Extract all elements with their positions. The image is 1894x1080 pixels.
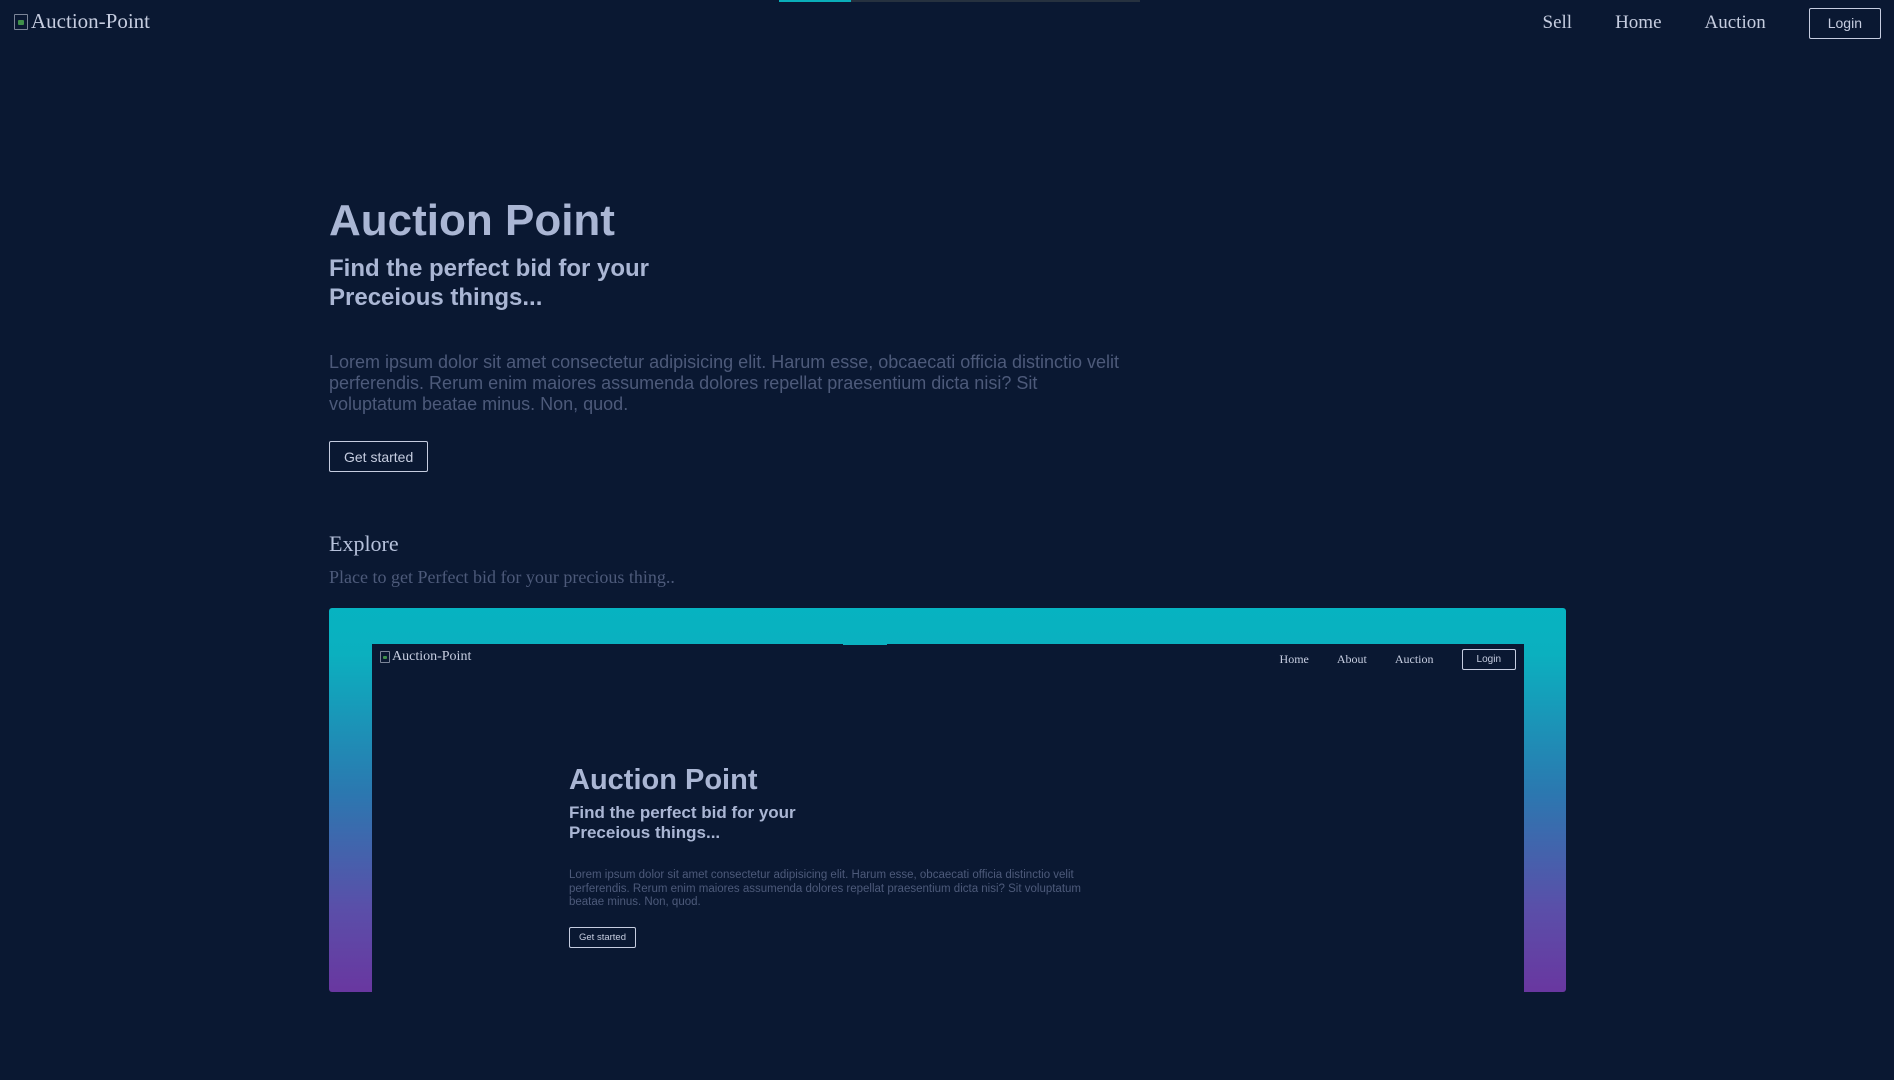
explore-preview-frame: Auction-Point Home About Auction Login A… <box>329 608 1566 992</box>
broken-image-icon <box>14 13 28 30</box>
preview-load-progress <box>843 644 887 645</box>
page-load-progress-fill <box>779 0 852 2</box>
explore-section: Explore Place to get Perfect bid for you… <box>329 531 675 588</box>
preview-hero-subtitle: Find the perfect bid for your Preceious … <box>569 803 796 842</box>
nav-link-auction[interactable]: Auction <box>1705 12 1766 34</box>
hero-description: Lorem ipsum dolor sit amet consectetur a… <box>329 352 1120 414</box>
preview-get-started-button: Get started <box>569 926 636 948</box>
preview-hero-description: Lorem ipsum dolor sit amet consectetur a… <box>569 869 1081 908</box>
preview-nav-link-about: About <box>1336 651 1367 666</box>
explore-title: Explore <box>329 531 399 556</box>
site-logo[interactable]: Auction-Point <box>14 9 150 34</box>
preview-screen: Auction-Point Home About Auction Login A… <box>372 644 1524 992</box>
main-nav: Sell Home Auction Login <box>1500 7 1894 39</box>
hero-subtitle: Find the perfect bid for your Preceious … <box>329 255 650 311</box>
preview-login-button: Login <box>1461 648 1516 670</box>
preview-hero: Auction Point Find the perfect bid for y… <box>569 763 1109 948</box>
nav-link-sell[interactable]: Sell <box>1543 12 1573 34</box>
explore-subtitle: Place to get Perfect bid for your precio… <box>329 567 675 587</box>
preview-logo: Auction-Point <box>380 649 471 665</box>
login-button[interactable]: Login <box>1808 7 1881 39</box>
preview-hero-title: Auction Point <box>569 764 758 796</box>
page-load-progress <box>779 0 1140 2</box>
preview-nav-link-auction: Auction <box>1394 651 1434 666</box>
nav-link-home[interactable]: Home <box>1615 12 1661 34</box>
hero-title: Auction Point <box>329 196 615 245</box>
preview-nav: Home About Auction Login <box>1252 648 1516 670</box>
broken-image-icon <box>380 651 390 663</box>
get-started-button[interactable]: Get started <box>329 441 429 472</box>
logo-alt-text: Auction-Point <box>31 9 150 33</box>
preview-nav-link-home: Home <box>1279 651 1309 666</box>
preview-logo-alt-text: Auction-Point <box>392 649 472 664</box>
hero-section: Auction Point Find the perfect bid for y… <box>329 196 1129 472</box>
